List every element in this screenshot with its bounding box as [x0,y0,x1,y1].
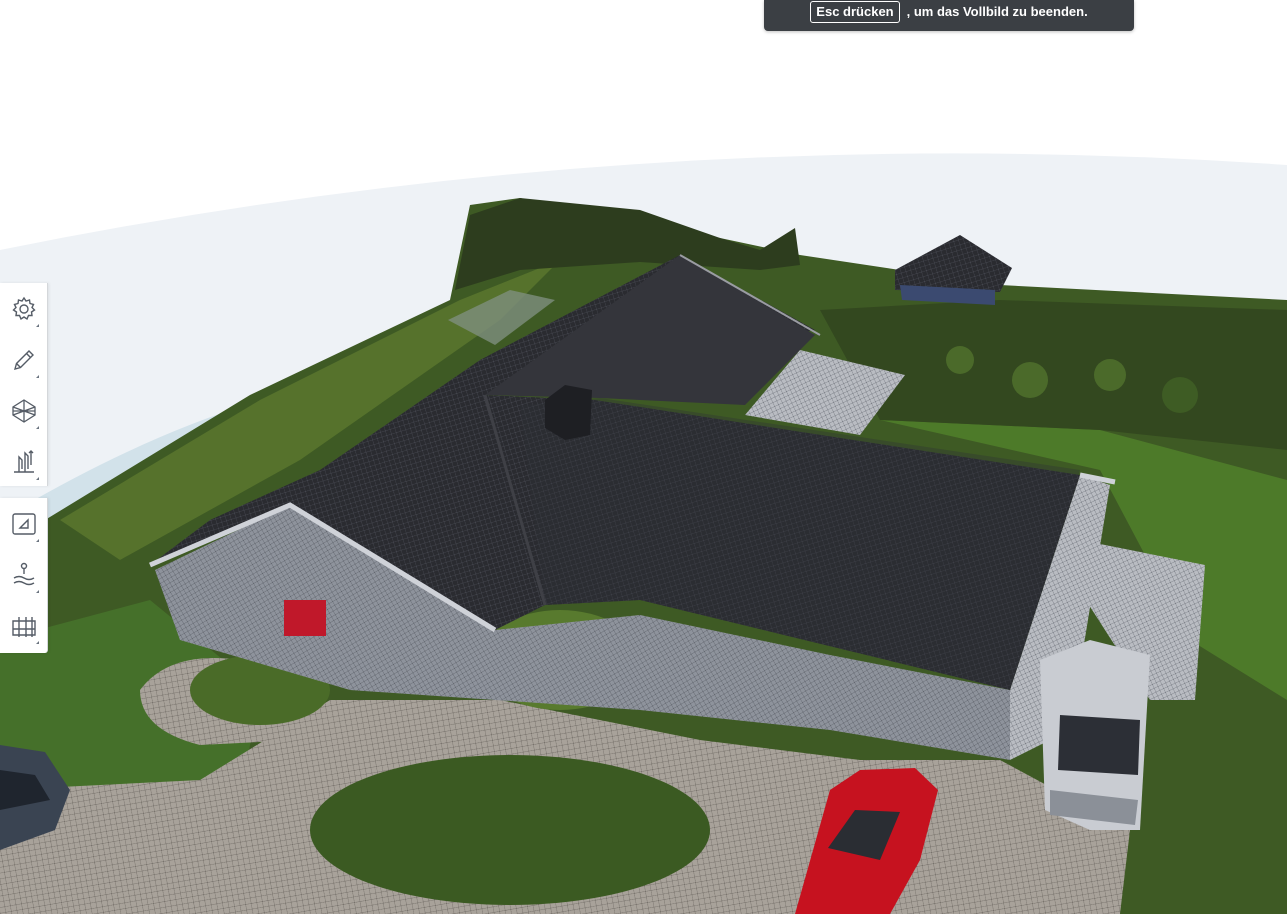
submenu-indicator [36,539,39,542]
measure-height-icon [13,449,34,473]
settings-gear-icon [11,296,36,320]
cross-section-button[interactable] [0,600,47,651]
submenu-indicator [36,477,39,480]
submenu-indicator [36,641,39,644]
draw-tool-button[interactable] [0,334,47,385]
settings-button[interactable] [0,283,47,334]
submenu-indicator [36,375,39,378]
pencil-icon [13,349,34,370]
fullscreen-exit-notice: Esc drücken , um das Vollbild zu beenden… [764,0,1134,31]
esc-key-label: Esc drücken [810,0,900,23]
house-3d-mesh-scene[interactable] [0,0,1287,914]
point-marker-icon [13,562,34,585]
area-measure-button[interactable] [0,498,47,549]
submenu-indicator [36,426,39,429]
mesh-view-button[interactable] [0,385,47,436]
mesh-view-icon [11,398,36,423]
submenu-indicator [36,590,39,593]
secondary-toolbar [0,498,48,653]
height-measure-button[interactable] [0,436,47,487]
3d-model-viewport[interactable] [0,0,1287,914]
cross-section-icon [11,616,36,637]
point-marker-button[interactable] [0,549,47,600]
primary-toolbar [0,283,48,486]
submenu-indicator [36,324,39,327]
fullscreen-exit-message: , um das Vollbild zu beenden. [906,4,1088,19]
area-measure-icon [11,512,36,535]
